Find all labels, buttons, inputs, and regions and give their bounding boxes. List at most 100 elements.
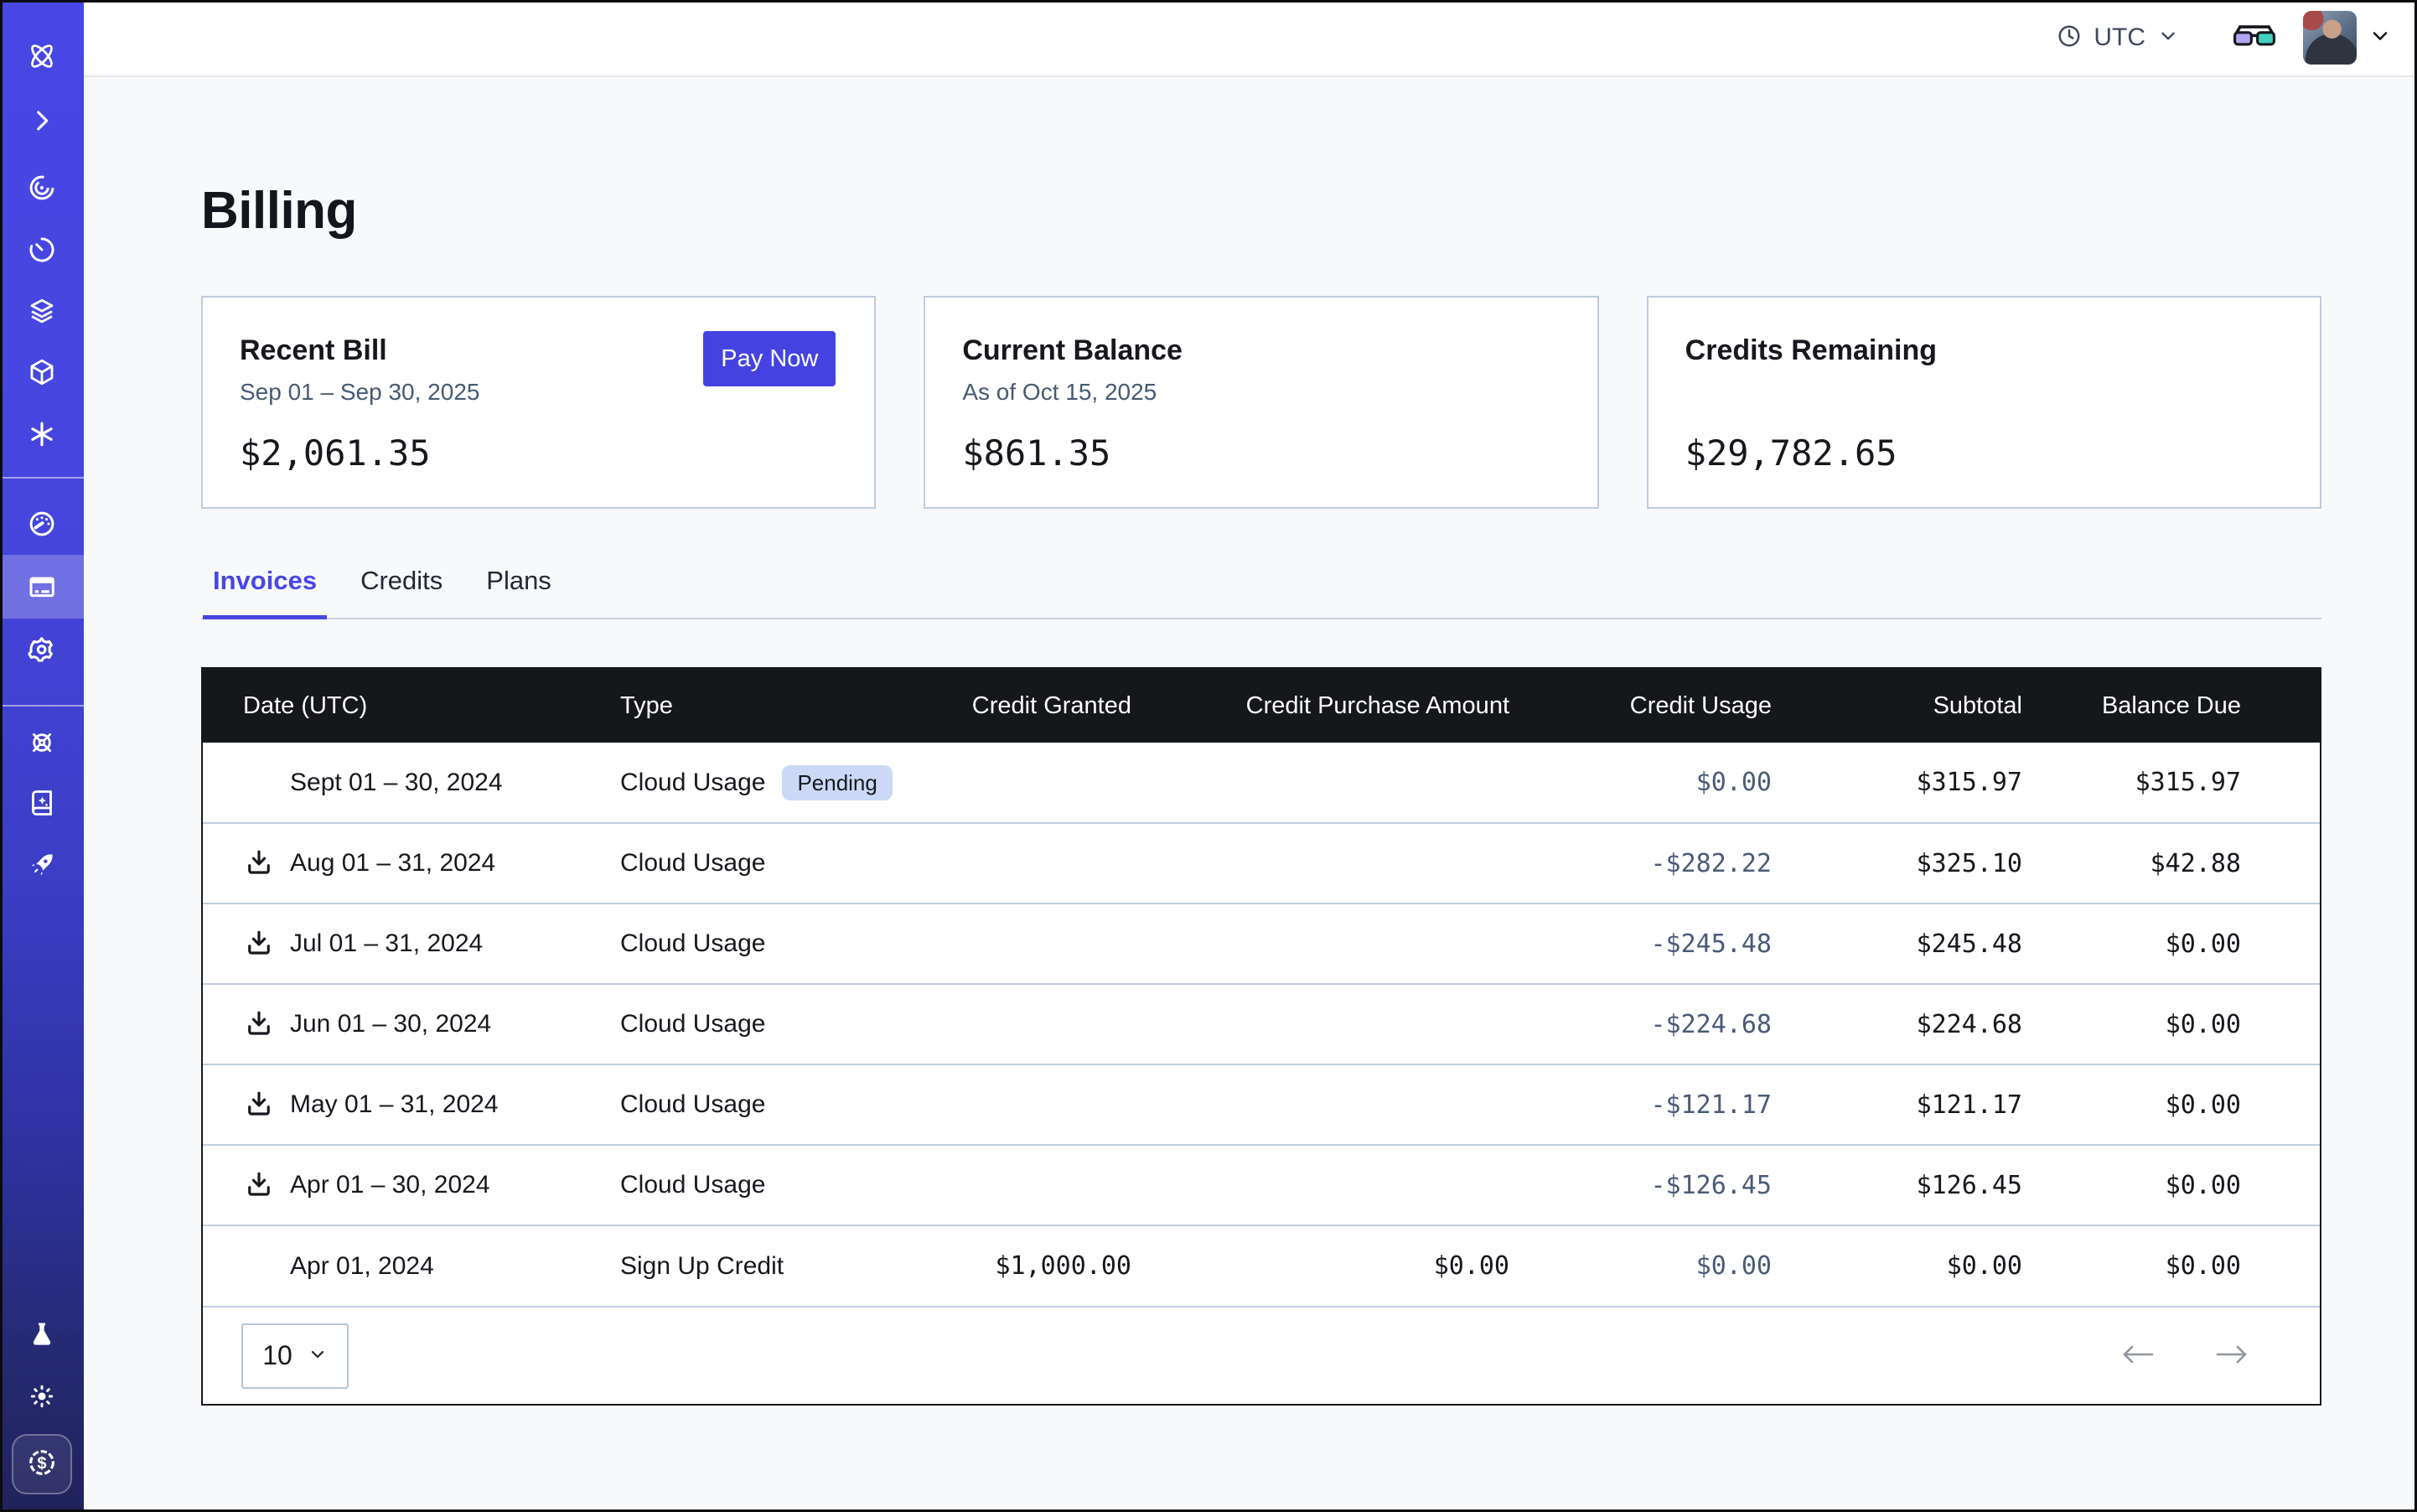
sidebar-item-expand[interactable] <box>0 89 84 153</box>
credit-purchase-cell <box>1131 1064 1509 1145</box>
glasses-toggle[interactable] <box>2233 23 2276 54</box>
sidebar: $ <box>0 0 84 1512</box>
sidebar-item-settings[interactable] <box>0 618 84 681</box>
gear-icon <box>26 634 58 665</box>
credit-usage-cell: -$224.68 <box>1509 984 1772 1064</box>
chevron-down-icon[interactable] <box>2368 24 2392 52</box>
invoice-type: Sign Up Credit <box>620 1252 784 1281</box>
user-avatar[interactable] <box>2303 11 2357 65</box>
table-row: Jul 01 – 31, 2024 Cloud Usage -$245.48 $… <box>203 904 2320 984</box>
balance-due-cell: $0.00 <box>2022 904 2320 984</box>
credit-usage-cell: $0.00 <box>1509 743 1772 823</box>
sidebar-item-packages[interactable] <box>0 340 84 404</box>
sidebar-item-usage[interactable] <box>0 492 84 556</box>
download-invoice-button[interactable] <box>243 928 275 960</box>
tab-credits[interactable]: Credits <box>350 566 453 618</box>
download-invoice-button[interactable] <box>243 1008 275 1040</box>
type-cell: Cloud Usage <box>582 823 942 904</box>
invoices-table: Date (UTC) Type Credit Granted Credit Pu… <box>201 667 2321 1406</box>
asterisk-icon <box>27 419 57 449</box>
type-cell: Cloud Usage <box>582 1145 942 1225</box>
credit-usage-cell: -$245.48 <box>1509 904 1772 984</box>
date-cell: Jun 01 – 30, 2024 <box>203 984 582 1064</box>
invoice-date: Jul 01 – 31, 2024 <box>290 929 483 958</box>
download-icon <box>244 928 274 961</box>
sidebar-item-support[interactable] <box>0 711 84 774</box>
column-header-type: Type <box>582 669 942 743</box>
download-icon <box>244 847 274 880</box>
card-subtitle: As of Oct 15, 2025 <box>962 379 1558 406</box>
date-cell: Apr 01, 2024 <box>203 1225 582 1306</box>
card-amount: $2,061.35 <box>240 432 431 474</box>
date-cell: Apr 01 – 30, 2024 <box>203 1145 582 1225</box>
sidebar-item-labs[interactable] <box>0 1302 84 1366</box>
column-header-credit-usage: Credit Usage <box>1509 669 1772 743</box>
card-amount: $861.35 <box>962 432 1110 474</box>
subtotal-cell: $245.48 <box>1772 904 2022 984</box>
credit-granted-cell <box>942 1145 1131 1225</box>
download-invoice-button[interactable] <box>243 1089 275 1121</box>
app-logo[interactable] <box>0 24 84 88</box>
sidebar-item-layers[interactable] <box>0 279 84 343</box>
sidebar-item-docs[interactable] <box>0 771 84 835</box>
sidebar-item-getting-started[interactable] <box>0 833 84 897</box>
topbar: UTC <box>84 0 2417 77</box>
table-row: Sept 01 – 30, 2024 Cloud Usage Pending $… <box>203 743 2320 823</box>
status-badge: Pending <box>782 765 892 800</box>
subtotal-cell: $126.45 <box>1772 1145 2022 1225</box>
invoice-type: Cloud Usage <box>620 1010 765 1038</box>
table-header-row: Date (UTC) Type Credit Granted Credit Pu… <box>203 669 2320 743</box>
chevron-down-icon <box>308 1340 328 1371</box>
timezone-selector[interactable]: UTC <box>2057 23 2179 53</box>
gauge-icon <box>27 509 57 539</box>
credit-purchase-cell <box>1131 904 1509 984</box>
tab-invoices[interactable]: Invoices <box>203 566 327 618</box>
sidebar-item-observe[interactable] <box>0 156 84 220</box>
balance-due-cell: $0.00 <box>2022 1225 2320 1306</box>
subtotal-cell: $315.97 <box>1772 743 2022 823</box>
credit-purchase-cell <box>1131 743 1509 823</box>
table-row: Aug 01 – 31, 2024 Cloud Usage -$282.22 $… <box>203 823 2320 904</box>
invoice-type: Cloud Usage <box>620 769 765 797</box>
clock-icon <box>2057 23 2082 53</box>
column-header-credit-purchase-amount: Credit Purchase Amount <box>1131 669 1509 743</box>
table-row: Apr 01, 2024 Sign Up Credit $1,000.00 $0… <box>203 1225 2320 1306</box>
download-invoice-button[interactable] <box>243 1169 275 1201</box>
subtotal-cell: $121.17 <box>1772 1064 2022 1145</box>
tab-plans[interactable]: Plans <box>476 566 562 618</box>
previous-page-button[interactable] <box>2119 1340 2157 1371</box>
sidebar-item-billing[interactable] <box>0 555 84 619</box>
flask-icon <box>27 1319 57 1349</box>
credit-granted-cell: $1,000.00 <box>942 1225 1131 1306</box>
type-cell: Cloud Usage Pending <box>582 743 942 823</box>
invoice-date: Apr 01 – 30, 2024 <box>290 1171 490 1199</box>
sidebar-item-models[interactable] <box>0 402 84 466</box>
sidebar-item-history[interactable] <box>0 218 84 282</box>
glasses-icon <box>2233 23 2276 54</box>
next-page-button[interactable] <box>2213 1340 2251 1371</box>
table-row: Apr 01 – 30, 2024 Cloud Usage -$126.45 $… <box>203 1145 2320 1225</box>
subtotal-cell: $325.10 <box>1772 823 2022 904</box>
table-footer: 10 <box>203 1306 2320 1404</box>
credit-usage-cell: -$282.22 <box>1509 823 1772 904</box>
type-cell: Cloud Usage <box>582 984 942 1064</box>
card-title: Credits Remaining <box>1685 334 2281 367</box>
rocket-icon <box>27 850 57 880</box>
date-cell: Aug 01 – 31, 2024 <box>203 823 582 904</box>
credits-remaining-card: Credits Remaining $29,782.65 <box>1647 296 2321 509</box>
credit-granted-cell <box>942 984 1131 1064</box>
dollar-badge-icon: $ <box>24 1445 60 1484</box>
sidebar-item-credits[interactable]: $ <box>12 1434 72 1494</box>
sidebar-divider <box>0 705 84 707</box>
type-cell: Sign Up Credit <box>582 1225 942 1306</box>
sidebar-item-theme[interactable] <box>0 1364 84 1428</box>
orbit-logo-icon <box>23 38 60 75</box>
pay-now-button[interactable]: Pay Now <box>703 331 836 386</box>
page-size-select[interactable]: 10 <box>241 1323 349 1389</box>
download-invoice-button[interactable] <box>243 847 275 879</box>
sun-icon <box>27 1381 57 1411</box>
recent-bill-card: Recent Bill Sep 01 – Sep 30, 2025 $2,061… <box>201 296 876 509</box>
timezone-label: UTC <box>2094 23 2145 52</box>
current-balance-card: Current Balance As of Oct 15, 2025 $861.… <box>924 296 1598 509</box>
timer-icon <box>27 235 57 265</box>
